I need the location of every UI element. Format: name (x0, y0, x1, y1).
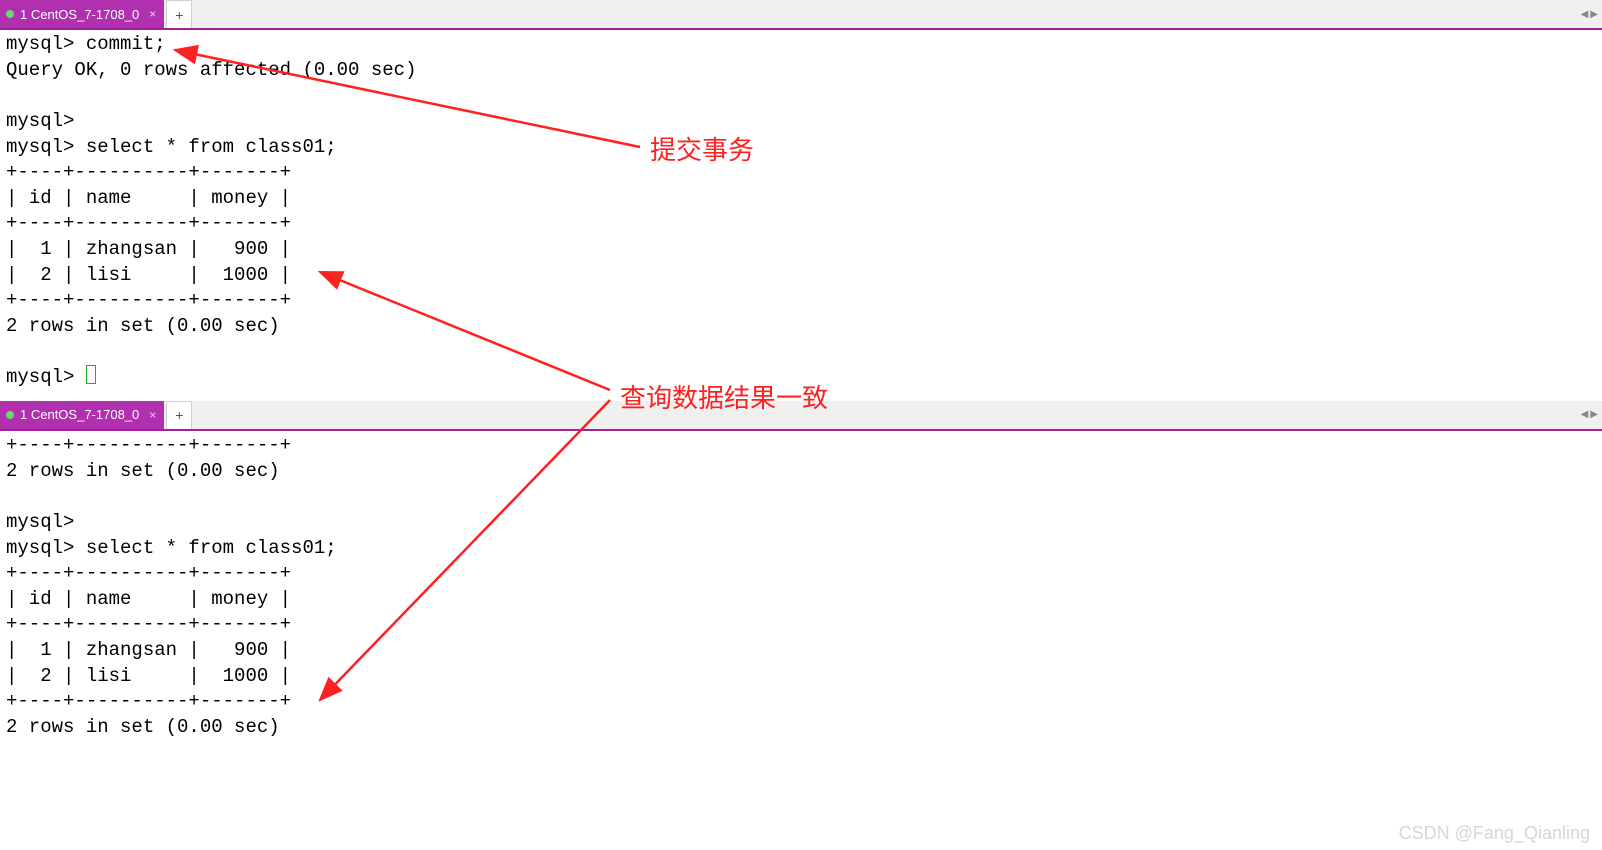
close-icon[interactable]: × (149, 7, 156, 21)
tab-bar-bottom: 1 CentOS_7-1708_0 × + ◀ ▶ (0, 401, 1602, 431)
term-line: +----+----------+-------+ (6, 434, 291, 456)
term-line: +----+----------+-------+ (6, 690, 291, 712)
tab-centos-bottom[interactable]: 1 CentOS_7-1708_0 × (0, 401, 164, 429)
new-tab-button[interactable]: + (166, 0, 192, 28)
term-line: +----+----------+-------+ (6, 289, 291, 311)
tab-scroll-arrows: ◀ ▶ (1581, 401, 1598, 429)
bottom-pane: 1 CentOS_7-1708_0 × + ◀ ▶ +----+--------… (0, 401, 1602, 751)
term-line: 2 rows in set (0.00 sec) (6, 716, 280, 738)
term-line: +----+----------+-------+ (6, 562, 291, 584)
status-dot-icon (6, 411, 14, 419)
term-line: Query OK, 0 rows affected (0.00 sec) (6, 59, 416, 81)
arrow-right-icon[interactable]: ▶ (1590, 9, 1598, 20)
term-line: mysql> select * from class01; (6, 136, 337, 158)
cursor-icon (86, 365, 96, 384)
term-line: +----+----------+-------+ (6, 613, 291, 635)
new-tab-button[interactable]: + (166, 401, 192, 429)
tab-scroll-arrows: ◀ ▶ (1581, 0, 1598, 28)
term-line: | id | name | money | (6, 588, 291, 610)
arrow-left-icon[interactable]: ◀ (1581, 409, 1589, 420)
term-line: +----+----------+-------+ (6, 161, 291, 183)
close-icon[interactable]: × (149, 408, 156, 422)
status-dot-icon (6, 10, 14, 18)
tab-centos-top[interactable]: 1 CentOS_7-1708_0 × (0, 0, 164, 28)
term-line: mysql> (6, 366, 86, 388)
term-line: +----+----------+-------+ (6, 212, 291, 234)
terminal-top[interactable]: mysql> commit; Query OK, 0 rows affected… (0, 30, 1602, 401)
term-line: mysql> (6, 511, 74, 533)
top-pane: 1 CentOS_7-1708_0 × + ◀ ▶ mysql> commit;… (0, 0, 1602, 401)
tab-bar-top: 1 CentOS_7-1708_0 × + ◀ ▶ (0, 0, 1602, 30)
arrow-right-icon[interactable]: ▶ (1590, 409, 1598, 420)
arrow-left-icon[interactable]: ◀ (1581, 9, 1589, 20)
term-line: | 2 | lisi | 1000 | (6, 665, 291, 687)
tab-label: 1 CentOS_7-1708_0 (20, 407, 139, 422)
term-line: | id | name | money | (6, 187, 291, 209)
term-line: | 2 | lisi | 1000 | (6, 264, 291, 286)
watermark: CSDN @Fang_Qianling (1399, 823, 1590, 844)
term-line: mysql> (6, 110, 74, 132)
tab-label: 1 CentOS_7-1708_0 (20, 7, 139, 22)
term-line: | 1 | zhangsan | 900 | (6, 238, 291, 260)
term-line: 2 rows in set (0.00 sec) (6, 315, 280, 337)
term-line: | 1 | zhangsan | 900 | (6, 639, 291, 661)
term-line: mysql> select * from class01; (6, 537, 337, 559)
term-line: 2 rows in set (0.00 sec) (6, 460, 280, 482)
terminal-bottom[interactable]: +----+----------+-------+ 2 rows in set … (0, 431, 1602, 751)
term-line: mysql> commit; (6, 33, 166, 55)
